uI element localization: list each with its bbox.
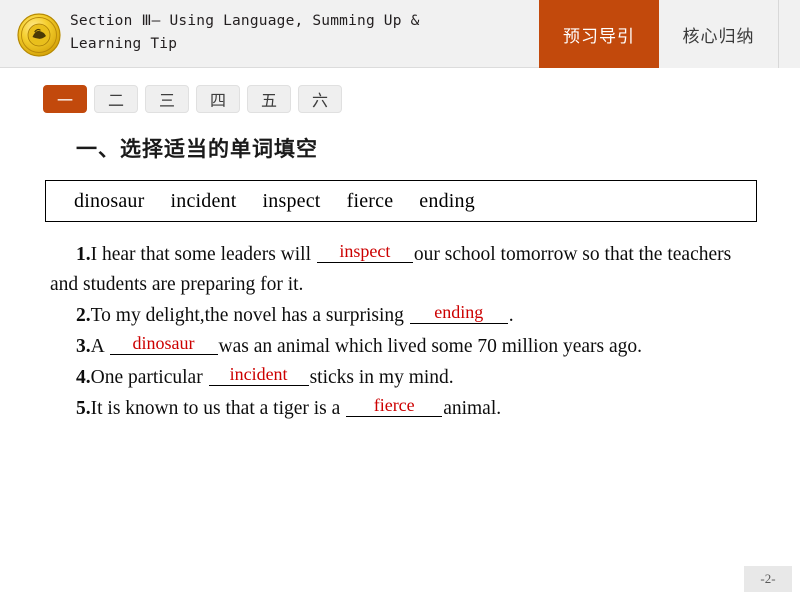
header-tab-core-summary[interactable]: 核心归纳 [659, 0, 779, 68]
section-heading: 一、选择适当的单词填空 [76, 137, 318, 161]
word-bank-item: ending [419, 189, 475, 212]
numeral-tab-row: 一 二 三 四 五 六 [43, 85, 342, 113]
answer-blank-5[interactable]: fierce [346, 395, 443, 417]
question-item-1: 1.I hear that some leaders will inspect o… [50, 240, 760, 300]
question-number: 2. [76, 305, 91, 326]
answer-blank-3[interactable]: dinosaur [109, 333, 218, 355]
question-number: 4. [76, 367, 91, 388]
numeral-tab-5[interactable]: 五 [247, 85, 291, 113]
word-bank-item: fierce [346, 189, 394, 212]
numeral-tab-label: 一 [56, 91, 73, 110]
numeral-tab-4[interactable]: 四 [196, 85, 240, 113]
question-item-2: 2.To my delight,the novel has a surprisi… [50, 301, 760, 331]
header-tab-preview-guide[interactable]: 预习导引 [539, 0, 659, 68]
question-text-before: To my delight,the novel has a surprising [90, 305, 409, 326]
header-tab-label: 预习导引 [563, 26, 635, 47]
question-item-4: 4.One particular incident sticks in my mi… [50, 363, 760, 393]
question-text-after: animal. [443, 398, 502, 419]
header-tab-label: 核心归纳 [682, 26, 755, 47]
gold-medallion-icon [15, 11, 63, 59]
question-list: 1.I hear that some leaders will inspect o… [50, 240, 760, 425]
answer-blank-1[interactable]: inspect [316, 241, 413, 263]
word-bank-list: dinosaur incident inspect fierce ending [46, 190, 501, 213]
word-bank-box: dinosaur incident inspect fierce ending [45, 180, 757, 222]
header-tab-group: 预习导引 核心归纳 [539, 0, 800, 68]
question-text-before: I hear that some leaders will [90, 244, 316, 265]
numeral-tab-label: 三 [158, 91, 175, 110]
question-number: 3. [76, 336, 91, 357]
numeral-tab-label: 五 [260, 91, 277, 110]
word-bank-item: inspect [262, 189, 321, 212]
question-item-5: 5.It is known to us that a tiger is a fi… [50, 394, 760, 424]
answer-blank-2[interactable]: ending [409, 302, 508, 324]
numeral-tab-label: 二 [107, 91, 124, 110]
numeral-tab-label: 六 [311, 91, 328, 110]
question-text-after: . [508, 305, 514, 326]
numeral-tab-label: 四 [209, 91, 226, 110]
header-right-edge [779, 0, 800, 68]
numeral-tab-1[interactable]: 一 [43, 85, 87, 113]
numeral-tab-2[interactable]: 二 [94, 85, 138, 113]
page-number-badge: -2- [744, 566, 792, 592]
question-item-3: 3.A dinosaur was an animal which lived so… [50, 332, 760, 362]
question-number: 5. [76, 398, 91, 419]
numeral-tab-6[interactable]: 六 [298, 85, 342, 113]
question-text-before: One particular [90, 367, 208, 388]
word-bank-item: dinosaur [74, 189, 145, 212]
word-bank-item: incident [170, 189, 237, 212]
question-text-before: A [90, 336, 109, 357]
question-text-before: It is known to us that a tiger is a [90, 398, 346, 419]
question-text-after: sticks in my mind. [309, 367, 454, 388]
page-title: Section Ⅲ— Using Language, Summing Up & … [70, 13, 420, 52]
answer-blank-4[interactable]: incident [208, 364, 309, 386]
question-number: 1. [76, 244, 91, 265]
question-text-after: was an animal which lived some 70 millio… [218, 336, 643, 357]
numeral-tab-3[interactable]: 三 [145, 85, 189, 113]
page-header: Section Ⅲ— Using Language, Summing Up & … [0, 0, 800, 68]
